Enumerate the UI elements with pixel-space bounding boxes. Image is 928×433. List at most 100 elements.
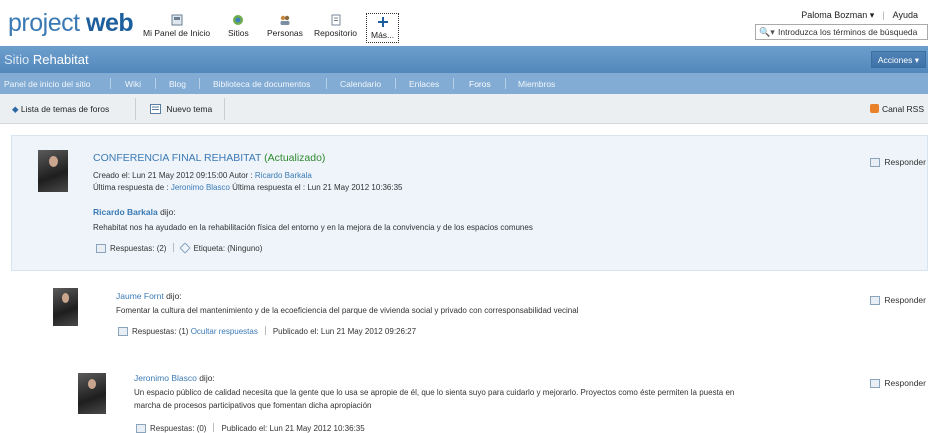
respond-icon [870, 379, 881, 388]
tag-icon [179, 242, 192, 254]
search-icon[interactable]: 🔍▾ [759, 27, 775, 38]
reply2-replies-count: Respuestas: (0) [150, 424, 207, 433]
replies-icon [118, 327, 128, 336]
tab-separator [505, 78, 506, 89]
last-reply-author-link[interactable]: Jeronimo Blasco [171, 183, 230, 192]
rss-label: Canal RSS [881, 104, 924, 114]
reply1-published-date: Publicado el: Lun 21 May 2012 09:26:27 [272, 327, 417, 336]
tab-separator [199, 78, 200, 89]
last-reply-prefix: Última respuesta de : [93, 183, 171, 192]
reply1-author-link[interactable]: Jaume Fornt [116, 291, 164, 301]
nav-more-button[interactable]: Más... [366, 13, 400, 43]
reply2-published-date: Publicado el: Lun 21 May 2012 10:36:35 [221, 424, 365, 433]
reply-bar-separator [173, 243, 175, 252]
nav-people-button[interactable]: Personas [267, 14, 303, 38]
user-area: Paloma Bozman ▾ | Ayuda [801, 10, 918, 21]
reply-bar-separator [264, 326, 266, 335]
plus-icon [377, 17, 388, 27]
search-placeholder: Introduzca los términos de búsqueda [778, 27, 918, 37]
sites-icon [233, 15, 244, 25]
created-meta-text: Creado el: Lun 21 May 2012 09:15:00 Auto… [93, 171, 255, 180]
reply1-speaker: Jaume Fornt dijo: [116, 291, 182, 301]
user-separator: | [882, 10, 885, 20]
topic-last-reply-meta: Última respuesta de : Jeronimo Blasco Úl… [93, 183, 403, 192]
tab-separator [155, 78, 156, 89]
created-author-link[interactable]: Ricardo Barkala [255, 171, 312, 180]
tab-blog[interactable]: Blog [169, 79, 186, 89]
reply-bar-separator [213, 423, 215, 432]
rss-feed-link[interactable]: Canal RSS [869, 104, 924, 114]
respond-reply2-button[interactable]: Responder [870, 378, 926, 388]
people-icon [280, 15, 290, 25]
site-title: Sitio Rehabitat [4, 52, 89, 67]
nav-dashboard-label: Mi Panel de Inicio [143, 28, 211, 38]
avatar-jeronimo-blasco [78, 373, 106, 414]
nav-people-label: Personas [267, 28, 303, 38]
tab-forums[interactable]: Foros [469, 79, 491, 89]
actions-button[interactable]: Acciones ▾ [870, 51, 926, 68]
tab-separator [453, 78, 454, 89]
topic-replies-count: Respuestas: (2) [110, 244, 167, 253]
topic-created-meta: Creado el: Lun 21 May 2012 09:15:00 Auto… [93, 171, 312, 180]
back-to-topics-button[interactable]: ◆ Lista de temas de foros [12, 104, 109, 115]
respond-icon [870, 296, 881, 305]
repository-icon [331, 14, 340, 26]
respond-topic-button[interactable]: Responder [870, 157, 926, 167]
topic-said-label: dijo: [157, 207, 176, 217]
logo-text-bold: web [86, 9, 134, 37]
avatar-ricardo-barkala [38, 150, 68, 192]
search-input[interactable]: 🔍▾ Introduzca los términos de búsqueda [755, 24, 928, 40]
logo-text-o: o [29, 9, 43, 37]
reply2-speaker: Jeronimo Blasco dijo: [134, 373, 215, 383]
reply2-reply-bar: Respuestas: (0) Publicado el: Lun 21 May … [136, 423, 365, 433]
tab-document-library[interactable]: Biblioteca de documentos [213, 79, 310, 89]
reply2-said-label: dijo: [196, 373, 215, 383]
respond-reply1-button[interactable]: Responder [870, 295, 926, 305]
new-topic-button[interactable]: Nuevo tema [150, 104, 212, 114]
forum-toolbar: ◆ Lista de temas de foros Nuevo tema Can… [0, 94, 928, 124]
project-web-logo[interactable]: project web [8, 9, 134, 38]
reply1-replies-count: Respuestas: (1) [132, 327, 191, 336]
hide-replies-link[interactable]: Ocultar respuestas [191, 327, 258, 336]
respond-reply1-label: Responder [884, 295, 926, 305]
back-to-topics-label: Lista de temas de foros [20, 104, 110, 114]
reply2-author-link[interactable]: Jeronimo Blasco [134, 373, 197, 383]
topic-speaker: Ricardo Barkala dijo: [93, 207, 176, 217]
nav-dashboard-button[interactable]: Mi Panel de Inicio [143, 14, 210, 38]
topic-speaker-link[interactable]: Ricardo Barkala [93, 207, 158, 217]
topic-reply-bar: Respuestas: (2) Etiqueta: (Ninguno) [96, 242, 262, 254]
nav-repository-label: Repositorio [314, 28, 357, 38]
reply2-body-line2: marcha de procesos participativos que fo… [134, 401, 372, 410]
toolbar-separator [224, 98, 225, 120]
back-arrow-icon: ◆ [12, 104, 19, 114]
nav-sites-button[interactable]: Sitios [228, 14, 249, 38]
tab-site-dashboard[interactable]: Panel de inicio del sitio [4, 79, 90, 89]
user-menu[interactable]: Paloma Bozman ▾ [801, 10, 874, 20]
help-link[interactable]: Ayuda [893, 10, 918, 20]
site-bar: Sitio Rehabitat Acciones ▾ [0, 46, 928, 73]
nav-more-label: Más... [371, 30, 395, 40]
reply1-body: Fomentar la cultura del mantenimiento y … [116, 306, 579, 315]
tab-links[interactable]: Enlaces [409, 79, 439, 89]
tab-calendar[interactable]: Calendario [340, 79, 381, 89]
site-title-name: Rehabitat [32, 52, 89, 67]
nav-repository-button[interactable]: Repositorio [314, 14, 357, 38]
logo-text-1: pr [8, 9, 30, 37]
tab-wiki[interactable]: Wiki [125, 79, 141, 89]
replies-icon [96, 244, 106, 253]
respond-icon [870, 158, 881, 167]
toolbar-separator [135, 98, 136, 120]
new-topic-icon [150, 104, 161, 114]
site-navigation: Panel de inicio del sitio Wiki Blog Bibl… [0, 73, 928, 94]
replies-icon [136, 424, 146, 433]
topic-title[interactable]: CONFERENCIA FINAL REHABITAT (Actualizado… [93, 152, 325, 164]
tab-separator [110, 78, 111, 89]
reply1-said-label: dijo: [163, 291, 182, 301]
topic-body: Rehabitat nos ha ayudado en la rehabilit… [93, 223, 533, 232]
tab-separator [395, 78, 396, 89]
app-header: project web Mi Panel de Inicio Sitios Pe… [0, 0, 928, 46]
reply1-reply-bar: Respuestas: (1) Ocultar respuestas Public… [118, 326, 416, 336]
dashboard-icon [171, 14, 183, 26]
logo-text-2: ject [42, 9, 86, 37]
tab-members[interactable]: Miembros [518, 79, 555, 89]
